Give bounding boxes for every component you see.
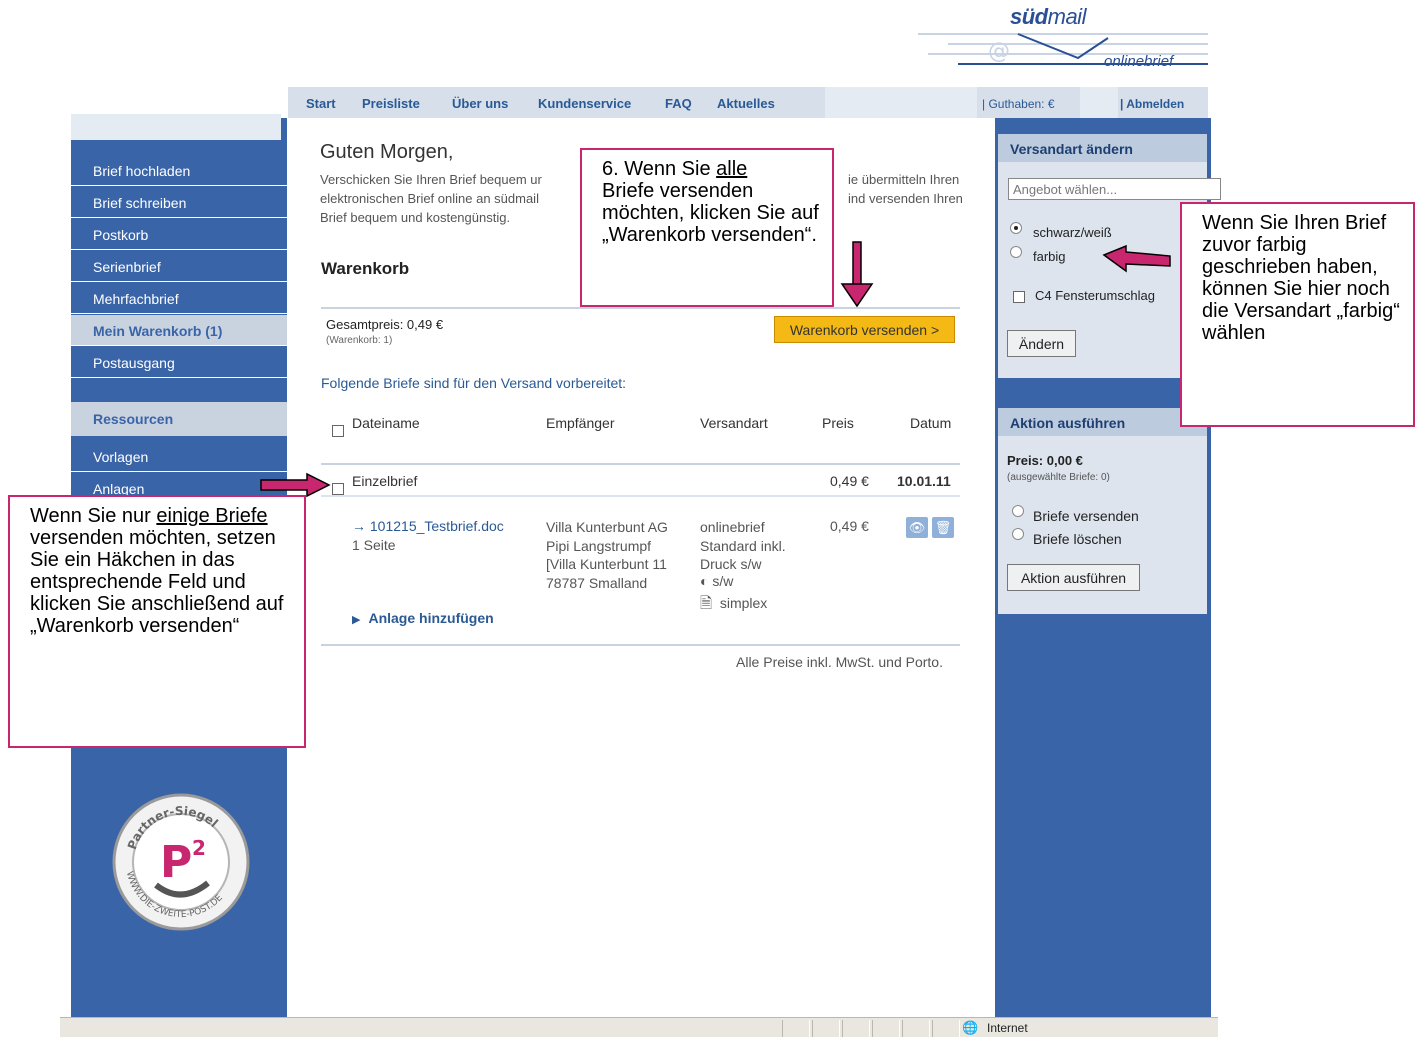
nav-preisliste[interactable]: Preisliste xyxy=(362,96,420,111)
action-panel-title: Aktion ausführen xyxy=(998,408,1207,436)
cart-title: Warenkorb xyxy=(321,259,410,278)
col-datum: Datum xyxy=(910,415,952,431)
svg-text:@: @ xyxy=(988,39,1010,64)
intro-text-line3: Brief bequem und kostengünstig. xyxy=(320,210,511,225)
top-navigation: Start Preisliste Über uns Kundenservice … xyxy=(288,87,1208,118)
sidebar-header-blank xyxy=(71,114,281,140)
action-send-label: Briefe versenden xyxy=(1033,508,1139,524)
partner-seal-icon: Partner-Siegel WWW.DIE-ZWEITE-POST.DE P … xyxy=(112,793,250,931)
col-versandart: Versandart xyxy=(700,415,768,431)
annotation-send-some: Wenn Sie nur einige Briefe versenden möc… xyxy=(8,495,306,748)
browser-status-bar: 🌐 Internet xyxy=(60,1017,1218,1037)
seal-letter: P xyxy=(160,837,192,888)
annotation-color-option: Wenn Sie Ihren Brief zuvor farbig geschr… xyxy=(1180,202,1415,427)
item-filename-link[interactable]: → 101215_Testbrief.doc xyxy=(352,518,504,534)
col-dateiname: Dateiname xyxy=(352,415,420,431)
globe-icon: 🌐 xyxy=(962,1020,979,1035)
total-sub: (Warenkorb: 1) xyxy=(326,335,393,346)
nav-ueber-uns[interactable]: Über uns xyxy=(452,96,508,111)
half-circle-icon: ◐ xyxy=(700,573,709,589)
nav-aktuelles[interactable]: Aktuelles xyxy=(717,96,775,111)
action-sub: (ausgewählte Briefe: 0) xyxy=(1007,472,1110,483)
col-empfaenger: Empfänger xyxy=(546,415,615,431)
sidebar-item-brief-schreiben[interactable]: Brief schreiben xyxy=(71,187,287,218)
change-button[interactable]: Ändern xyxy=(1007,330,1076,357)
sidebar-section-ressourcen: Ressourcen xyxy=(71,402,287,436)
sidebar-item-vorlagen[interactable]: Vorlagen xyxy=(71,441,287,472)
add-attachment-link[interactable]: ▶ Anlage hinzufügen xyxy=(352,610,494,626)
nav-blank-area xyxy=(825,87,977,118)
logout-link[interactable]: | Abmelden xyxy=(1120,97,1184,111)
group-price: 0,49 € xyxy=(830,473,869,489)
total-price: Gesamtpreis: 0,49 € xyxy=(326,317,444,332)
logo-product: onlinebrief xyxy=(1104,53,1174,70)
option-bw-label: schwarz/weiß xyxy=(1033,225,1112,240)
item-pages: 1 Seite xyxy=(352,537,396,553)
shipping-panel-title: Versandart ändern xyxy=(998,134,1207,162)
intro-text-line1a: Verschicken Sie Ihren Brief bequem ur xyxy=(320,172,542,187)
annotation-send-all: 6. Wenn Sie alle Briefe versenden möchte… xyxy=(580,148,834,307)
col-preis: Preis xyxy=(822,415,854,431)
action-panel: Aktion ausführen Preis: 0,00 € (ausgewäh… xyxy=(998,408,1207,614)
offer-select[interactable]: Angebot wählen... xyxy=(1008,178,1221,200)
group-name: Einzelbrief xyxy=(352,473,418,489)
intro-text-line1b: ie übermitteln Ihren xyxy=(848,172,960,187)
intro-text-line2a: elektronischen Brief online an südmail xyxy=(320,191,539,206)
nav-kundenservice[interactable]: Kundenservice xyxy=(538,96,631,111)
sidebar-item-postausgang[interactable]: Postausgang xyxy=(71,347,287,378)
sidebar-item-serienbrief[interactable]: Serienbrief xyxy=(71,251,287,282)
envelope-checkbox[interactable] xyxy=(1013,291,1025,303)
sidebar-item-mein-warenkorb[interactable]: Mein Warenkorb (1) xyxy=(71,315,287,346)
radio-bw[interactable] xyxy=(1010,222,1022,234)
radio-delete-letters[interactable] xyxy=(1012,528,1024,540)
footer-note: Alle Preise inkl. MwSt. und Porto. xyxy=(736,654,943,670)
option-color-label: farbig xyxy=(1033,249,1066,264)
balance-value-box xyxy=(1080,87,1118,118)
sidebar-item-mehrfachbrief[interactable]: Mehrfachbrief xyxy=(71,283,287,314)
execute-action-button[interactable]: Aktion ausführen xyxy=(1007,564,1140,591)
envelope-label: C4 Fensterumschlag xyxy=(1035,288,1155,303)
nav-faq[interactable]: FAQ xyxy=(665,96,692,111)
item-shipping: onlinebrief Standard inkl. Druck s/w xyxy=(700,519,786,572)
radio-send-letters[interactable] xyxy=(1012,505,1024,517)
prepared-text: Folgende Briefe sind für den Versand vor… xyxy=(321,375,627,391)
greeting-title: Guten Morgen, xyxy=(320,141,454,163)
group-date: 10.01.11 xyxy=(897,473,951,489)
seal-superscript: 2 xyxy=(192,836,206,860)
radio-color[interactable] xyxy=(1010,246,1022,258)
internet-zone-label: Internet xyxy=(987,1021,1028,1035)
arrow-down-icon xyxy=(840,241,874,308)
sidebar-item-postkorb[interactable]: Postkorb xyxy=(71,219,287,250)
send-cart-button[interactable]: Warenkorb versenden > xyxy=(774,316,955,343)
action-delete-label: Briefe löschen xyxy=(1033,531,1122,547)
document-icon: 🗎 xyxy=(700,595,713,612)
suedmail-logo: @ südmail onlinebrief xyxy=(908,4,1218,80)
delete-trash-icon[interactable]: 🗑 xyxy=(932,517,954,538)
preview-eye-icon[interactable]: 👁 xyxy=(906,517,928,538)
arrow-right-icon xyxy=(260,472,331,498)
item-color-mode: ◐ s/w xyxy=(700,573,734,589)
sidebar-item-brief-hochladen[interactable]: Brief hochladen xyxy=(71,155,287,186)
arrow-left-icon xyxy=(1102,244,1171,273)
triangle-right-icon: ▶ xyxy=(352,614,361,626)
logo-wordmark: südmail xyxy=(1010,4,1086,29)
select-all-checkbox[interactable] xyxy=(332,425,344,437)
item-recipient: Villa Kunterbunt AG Pipi Langstrumpf [Vi… xyxy=(546,519,668,591)
balance-label: | Guthaben: € xyxy=(982,97,1055,111)
intro-text-line2b: ind versenden Ihren xyxy=(848,191,963,206)
nav-start[interactable]: Start xyxy=(306,96,336,111)
item-price: 0,49 € xyxy=(830,518,869,534)
group-checkbox[interactable] xyxy=(332,483,344,495)
action-price: Preis: 0,00 € xyxy=(1007,453,1083,468)
item-duplex: 🗎 simplex xyxy=(700,595,768,612)
